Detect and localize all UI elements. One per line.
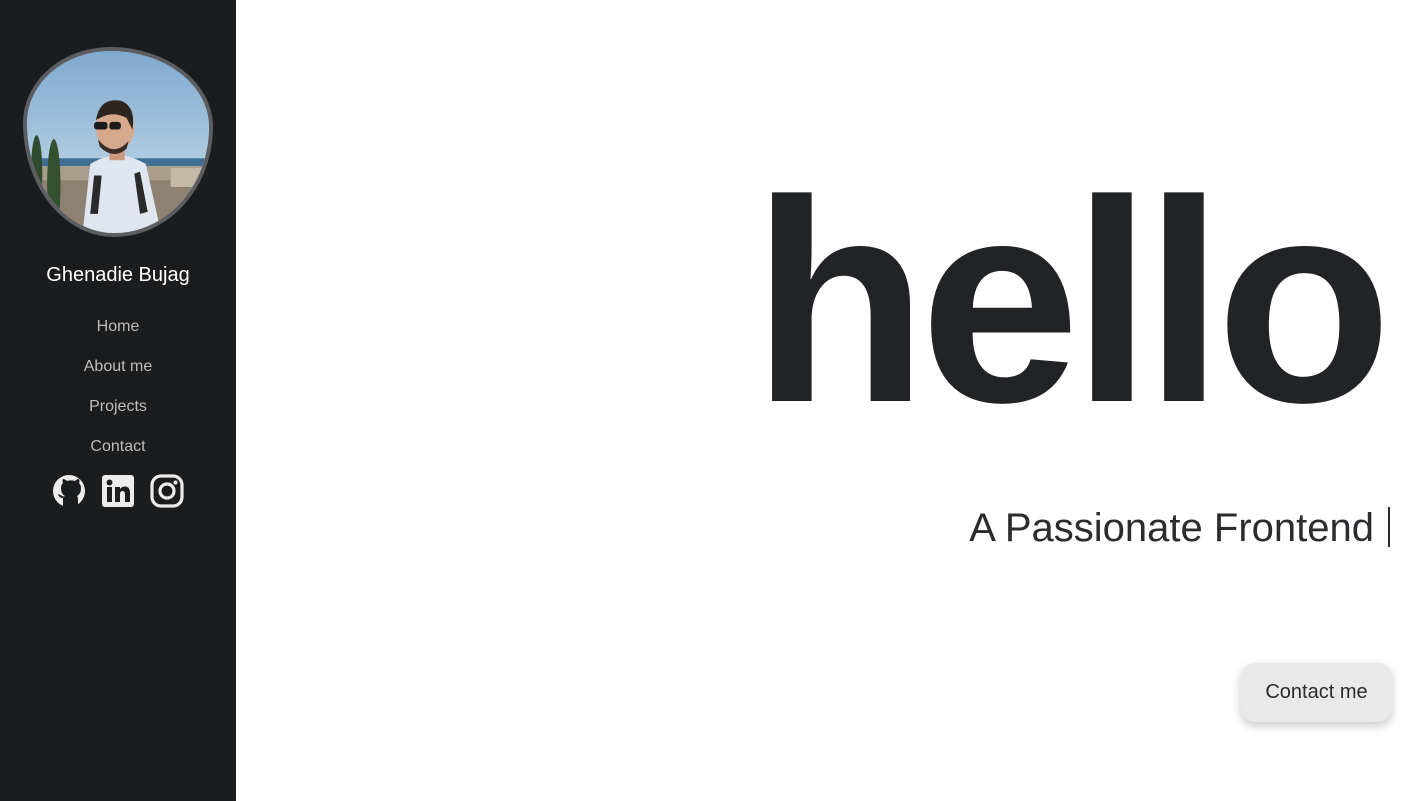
instagram-icon: [150, 474, 184, 508]
linkedin-link[interactable]: [101, 474, 135, 508]
typing-cursor: [1388, 507, 1390, 547]
sidebar-nav: Home About me Projects Contact: [0, 316, 236, 476]
profile-photo-icon: [27, 51, 209, 233]
hero-subtitle: A Passionate Frontend: [969, 504, 1390, 552]
contact-me-button[interactable]: Contact me: [1241, 663, 1392, 722]
instagram-link[interactable]: [150, 474, 184, 508]
github-icon: [53, 475, 85, 507]
avatar: [23, 47, 213, 237]
nav-item-contact[interactable]: Contact: [0, 436, 236, 476]
nav-item-about-me[interactable]: About me: [0, 356, 236, 396]
nav-item-home[interactable]: Home: [0, 316, 236, 356]
nav-item-projects[interactable]: Projects: [0, 396, 236, 436]
typed-text: A Passionate Frontend: [969, 506, 1374, 550]
social-links: [0, 474, 236, 508]
github-link[interactable]: [52, 474, 86, 508]
sidebar: Ghenadie Bujag Home About me Projects Co…: [0, 0, 236, 801]
owner-name: Ghenadie Bujag: [46, 264, 190, 286]
hero-title: hello: [751, 141, 1392, 463]
linkedin-icon: [102, 475, 134, 507]
